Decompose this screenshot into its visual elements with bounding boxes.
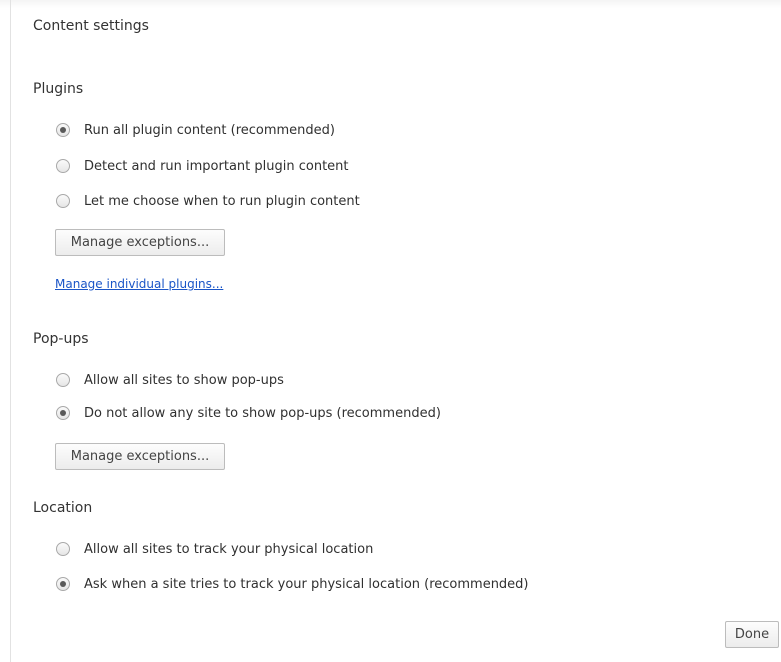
left-border (10, 0, 11, 662)
radio-label: Ask when a site tries to track your phys… (84, 576, 529, 592)
radio-label: Do not allow any site to show pop-ups (r… (84, 405, 441, 421)
radio-button[interactable] (56, 577, 70, 591)
radio-choose-when-plugins[interactable]: Let me choose when to run plugin content (56, 191, 360, 211)
radio-button[interactable] (56, 123, 70, 137)
radio-button[interactable] (56, 194, 70, 208)
radio-label: Detect and run important plugin content (84, 158, 349, 174)
radio-allow-popups[interactable]: Allow all sites to show pop-ups (56, 370, 284, 390)
popups-manage-exceptions-button[interactable]: Manage exceptions... (55, 443, 225, 470)
plugins-section-title: Plugins (33, 81, 84, 97)
location-section-title: Location (33, 500, 93, 516)
popups-section-title: Pop-ups (33, 331, 89, 347)
radio-label: Allow all sites to show pop-ups (84, 372, 284, 388)
radio-button[interactable] (56, 406, 70, 420)
plugins-manage-exceptions-button[interactable]: Manage exceptions... (55, 229, 225, 256)
radio-label: Allow all sites to track your physical l… (84, 541, 374, 557)
done-button[interactable]: Done (725, 621, 779, 648)
radio-button[interactable] (56, 373, 70, 387)
manage-individual-plugins-link[interactable]: Manage individual plugins... (55, 277, 223, 291)
content-settings-dialog: Content settings Plugins Run all plugin … (0, 0, 781, 662)
radio-button[interactable] (56, 159, 70, 173)
radio-detect-important-plugins[interactable]: Detect and run important plugin content (56, 156, 349, 176)
radio-allow-location[interactable]: Allow all sites to track your physical l… (56, 539, 373, 559)
radio-run-all-plugins[interactable]: Run all plugin content (recommended) (56, 120, 335, 140)
dialog-title: Content settings (33, 18, 149, 34)
radio-label: Let me choose when to run plugin content (84, 193, 360, 209)
radio-button[interactable] (56, 542, 70, 556)
radio-block-popups[interactable]: Do not allow any site to show pop-ups (r… (56, 403, 441, 423)
radio-label: Run all plugin content (recommended) (84, 122, 335, 138)
radio-ask-location[interactable]: Ask when a site tries to track your phys… (56, 574, 529, 594)
top-shade (0, 0, 781, 8)
